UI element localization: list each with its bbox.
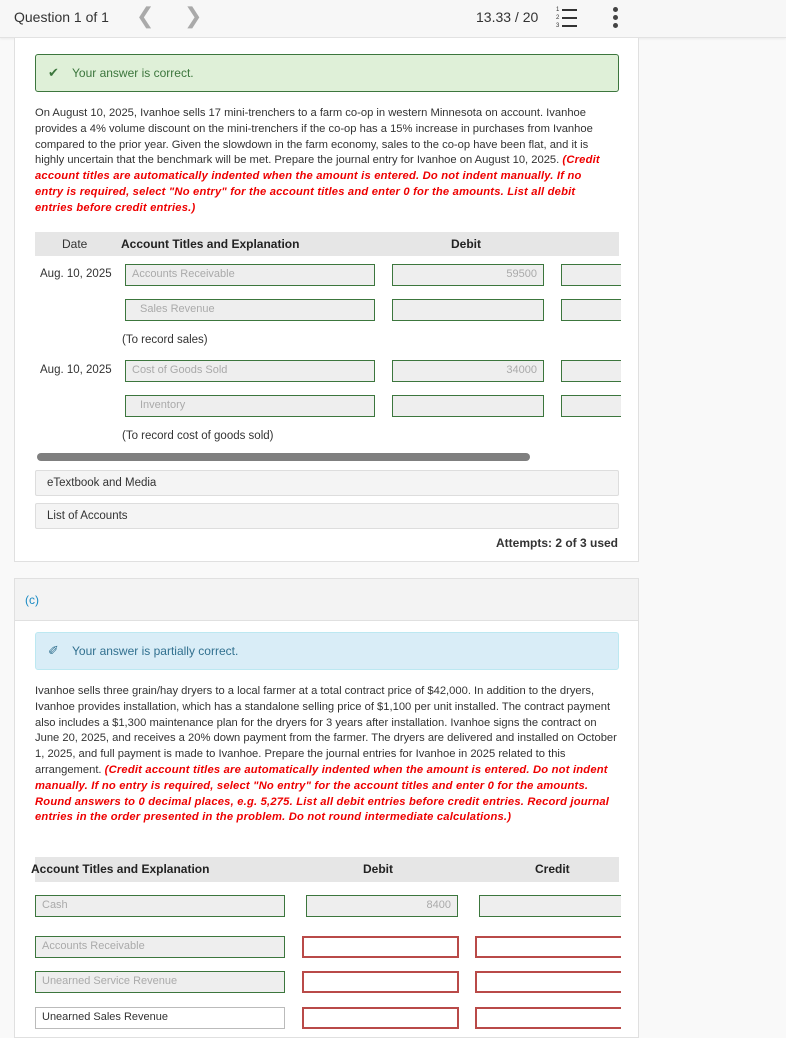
chevron-left-icon[interactable]: ❮ (136, 4, 154, 28)
account-title-input[interactable]: Unearned Sales Revenue (35, 1007, 285, 1029)
alert-text: Your answer is correct. (72, 66, 194, 80)
header-credit: Credit (535, 862, 570, 876)
list-of-accounts-button[interactable]: List of Accounts (35, 503, 619, 529)
credit-input[interactable] (475, 1007, 621, 1029)
partial-answer-alert: ✐ Your answer is partially correct. (35, 632, 619, 670)
credit-input[interactable] (561, 395, 621, 417)
horizontal-scrollbar[interactable] (37, 453, 530, 461)
debit-input[interactable]: 59500 (392, 264, 544, 286)
header-account: Account Titles and Explanation (121, 237, 300, 251)
attempts-counter: Attempts: 2 of 3 used (495, 536, 618, 550)
part-header: (c) (15, 579, 638, 621)
entry-date: Aug. 10, 2025 (40, 268, 112, 280)
list-number: 3 (556, 23, 560, 29)
alert-text: Your answer is partially correct. (72, 644, 239, 658)
chevron-right-icon[interactable]: ❯ (184, 4, 202, 28)
debit-input[interactable] (302, 971, 459, 993)
journal-table-header: Account Titles and Explanation Debit Cre… (31, 857, 619, 882)
debit-input[interactable]: 34000 (392, 360, 544, 382)
entry-explanation: (To record cost of goods sold) (122, 430, 274, 442)
journal-table-header: Date Account Titles and Explanation Debi… (35, 232, 619, 256)
credit-input[interactable] (475, 936, 621, 958)
account-title-input[interactable]: Accounts Receivable (125, 264, 375, 286)
list-number: 2 (556, 15, 560, 21)
list-bar (562, 17, 577, 19)
list-bar (562, 25, 577, 27)
check-icon: ✔ (48, 65, 59, 80)
part-label: (c) (25, 593, 39, 607)
header-account: Account Titles and Explanation (31, 862, 210, 876)
etextbook-media-button[interactable]: eTextbook and Media (35, 470, 619, 496)
question-prompt: On August 10, 2025, Ivanhoe sells 17 min… (35, 106, 609, 217)
part-b-card: ✔ Your answer is correct. On August 10, … (14, 38, 639, 562)
header-debit: Debit (363, 862, 393, 876)
list-number: 1 (556, 7, 560, 13)
credit-input[interactable] (561, 299, 621, 321)
prompt-text: On August 10, 2025, Ivanhoe sells 17 min… (35, 107, 593, 167)
credit-input[interactable] (561, 360, 621, 382)
entry-explanation: (To record sales) (122, 334, 208, 346)
entry-date: Aug. 10, 2025 (40, 364, 112, 376)
account-title-input[interactable]: Cash (35, 895, 285, 917)
account-title-input[interactable]: Accounts Receivable (35, 936, 285, 958)
credit-input[interactable] (561, 264, 621, 286)
eraser-icon: ✐ (48, 643, 59, 658)
account-title-input[interactable]: Sales Revenue (125, 299, 375, 321)
part-c-card: (c) ✐ Your answer is partially correct. … (14, 578, 639, 1038)
prompt-text: Ivanhoe sells three grain/hay dryers to … (35, 685, 617, 776)
prompt-instructions: (Credit account titles are automatically… (35, 763, 610, 824)
credit-input[interactable] (475, 971, 621, 993)
list-bar (562, 9, 577, 11)
correct-answer-alert: ✔ Your answer is correct. (35, 54, 619, 92)
debit-input[interactable]: 8400 (306, 895, 458, 917)
account-title-input[interactable]: Unearned Service Revenue (35, 971, 285, 993)
question-counter: Question 1 of 1 (14, 9, 109, 25)
debit-input[interactable] (302, 936, 459, 958)
numbered-list-icon[interactable]: 1 2 3 (556, 6, 582, 30)
top-bar: Question 1 of 1 ❮ ❯ 13.33 / 20 1 2 3 (0, 0, 786, 38)
credit-input[interactable] (479, 895, 621, 917)
score-display: 13.33 / 20 (476, 9, 539, 25)
kebab-menu-icon[interactable] (612, 7, 620, 31)
question-prompt: Ivanhoe sells three grain/hay dryers to … (35, 684, 619, 826)
debit-input[interactable] (392, 299, 544, 321)
debit-input[interactable] (302, 1007, 459, 1029)
header-debit: Debit (451, 237, 481, 251)
header-date: Date (62, 237, 88, 251)
account-title-input[interactable]: Cost of Goods Sold (125, 360, 375, 382)
account-title-input[interactable]: Inventory (125, 395, 375, 417)
debit-input[interactable] (392, 395, 544, 417)
